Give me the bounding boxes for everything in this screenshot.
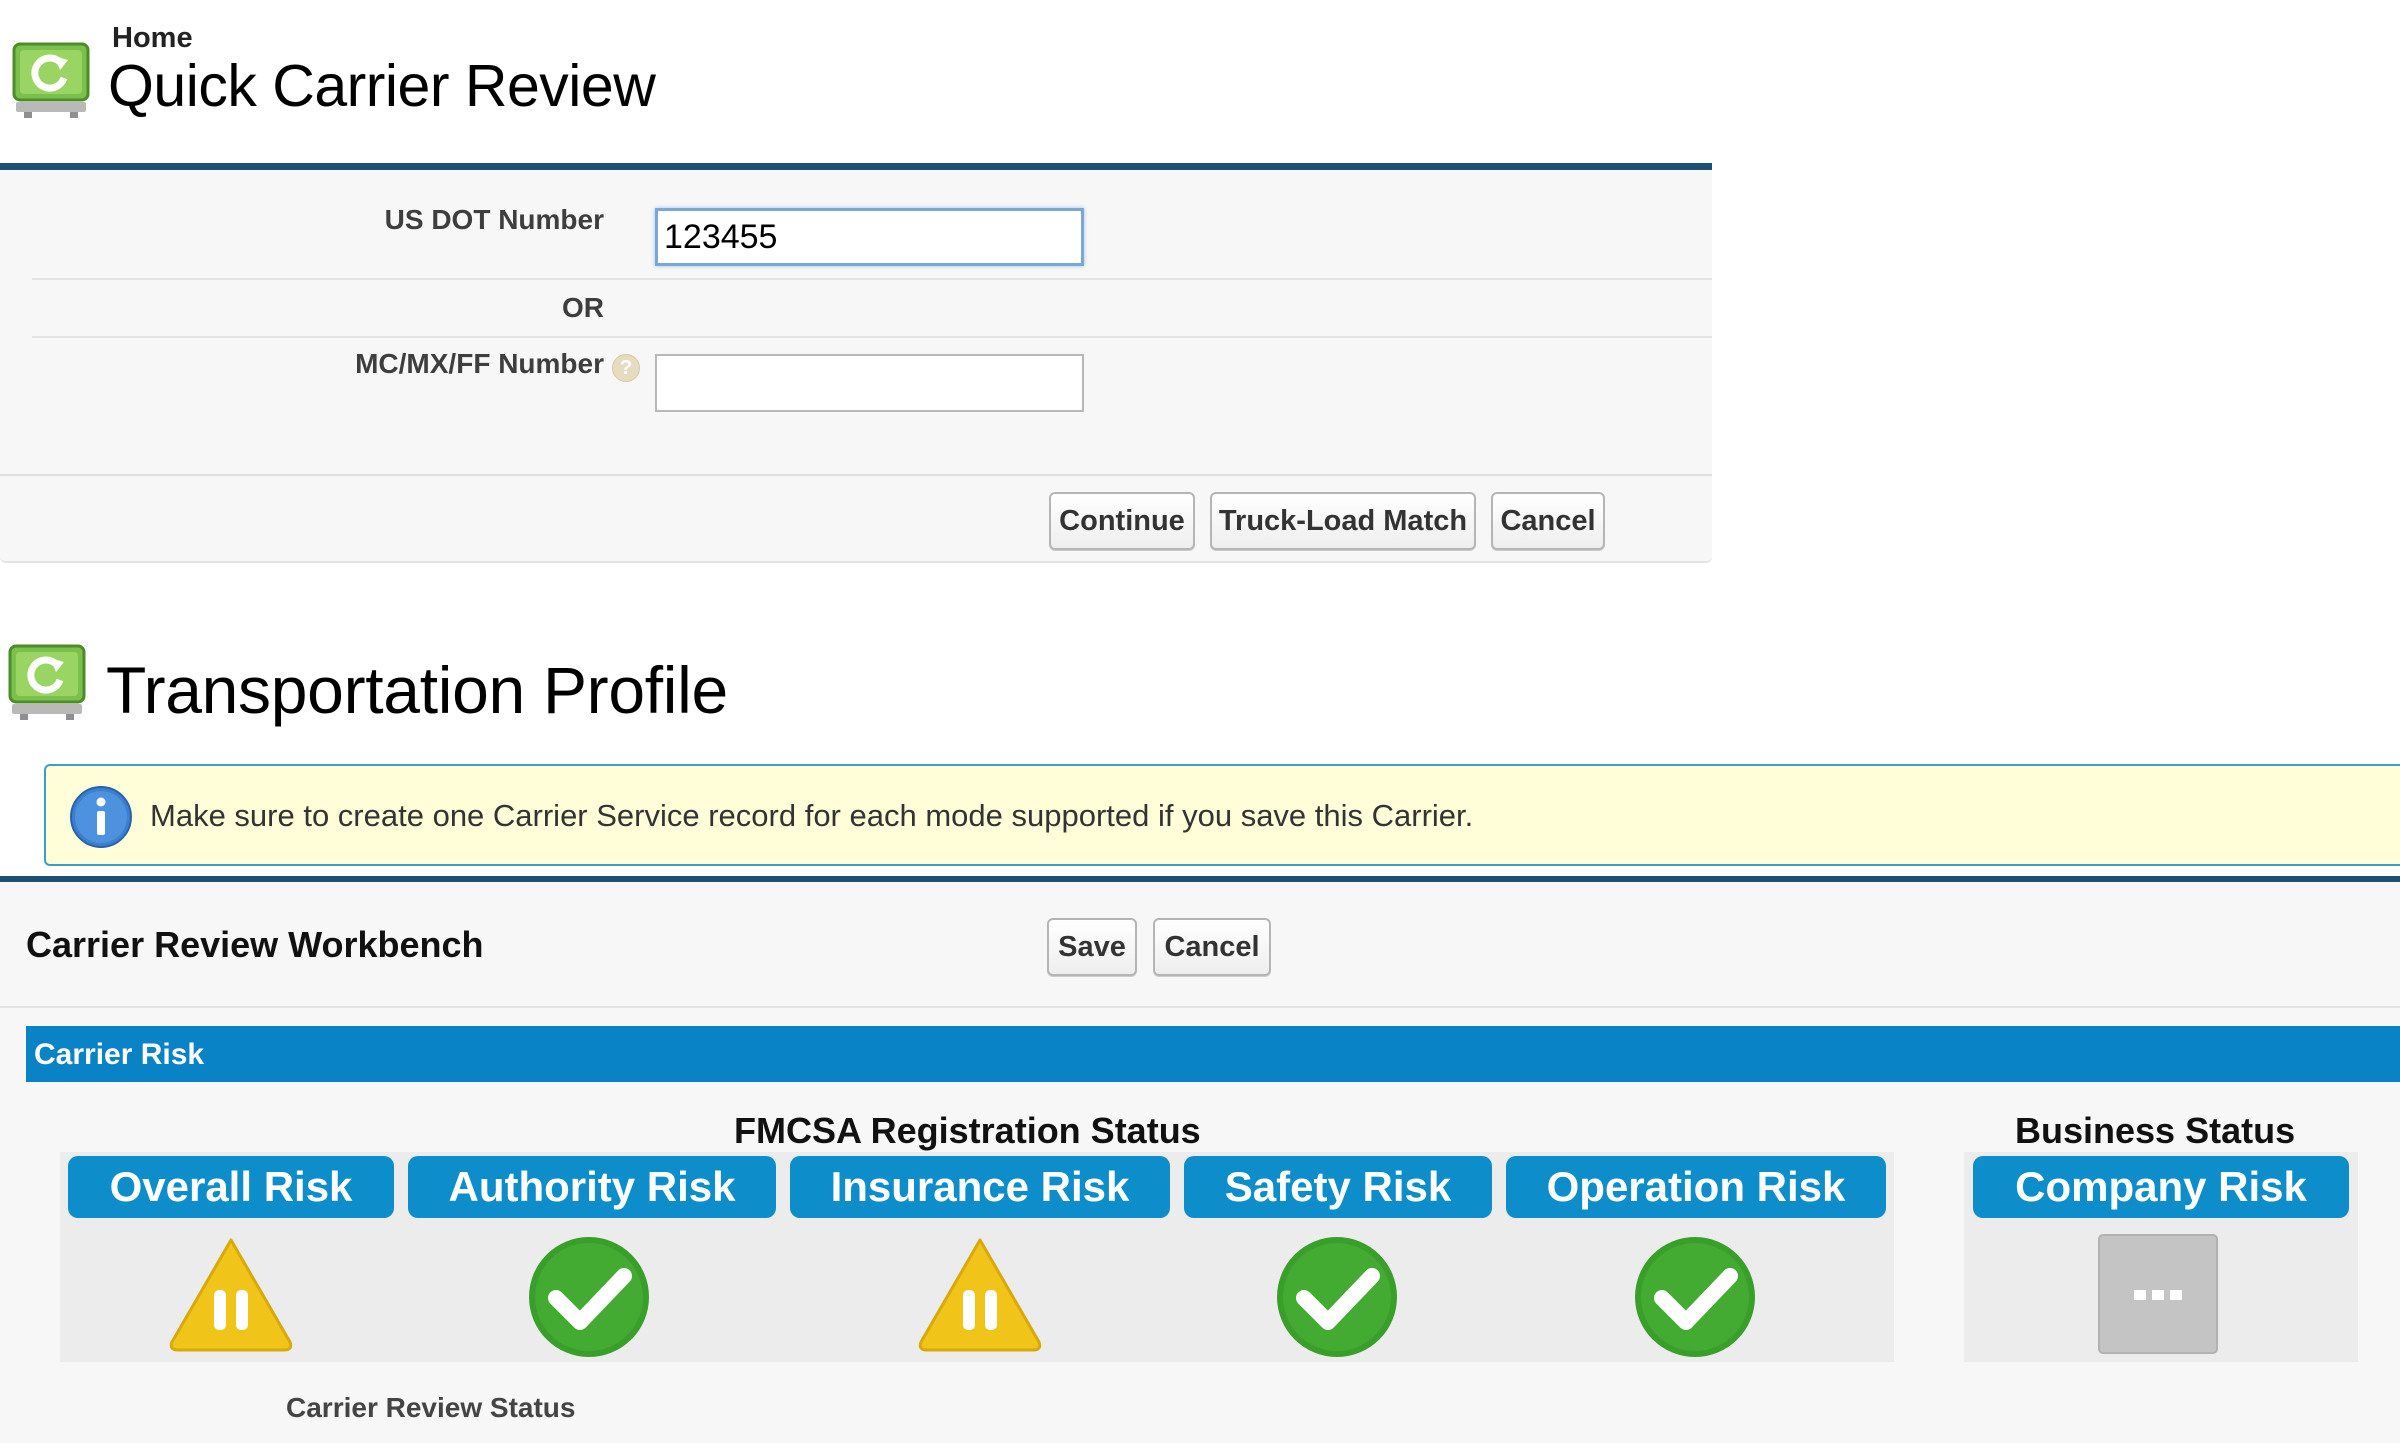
- cancel-button[interactable]: Cancel: [1153, 918, 1271, 976]
- breadcrumb[interactable]: Home: [112, 22, 193, 55]
- warning-icon: [166, 1232, 296, 1362]
- insurance-risk-tab[interactable]: Insurance Risk: [790, 1156, 1170, 1218]
- quick-review-form: US DOT Number OR MC/MX/FF Number ? Conti…: [0, 163, 1712, 563]
- operation-risk-tab[interactable]: Operation Risk: [1506, 1156, 1886, 1218]
- or-label: OR: [562, 292, 604, 323]
- app-icon: [6, 640, 88, 722]
- row-divider: [32, 336, 1712, 338]
- fmcsa-group-title: FMCSA Registration Status: [734, 1110, 1201, 1151]
- business-group-title: Business Status: [2015, 1110, 2296, 1151]
- mc-number-input[interactable]: [655, 354, 1084, 412]
- check-icon: [1630, 1234, 1760, 1364]
- info-message-box: Make sure to create one Carrier Service …: [44, 764, 2400, 866]
- workbench-divider: [0, 1006, 2400, 1008]
- cancel-button[interactable]: Cancel: [1491, 492, 1605, 550]
- help-icon[interactable]: ?: [612, 354, 640, 382]
- check-icon: [1272, 1234, 1402, 1364]
- carrier-review-workbench: Carrier Review Workbench Save Cancel Car…: [0, 876, 2400, 1443]
- continue-button[interactable]: Continue: [1049, 492, 1195, 550]
- authority-risk-tab[interactable]: Authority Risk: [408, 1156, 776, 1218]
- usdot-input[interactable]: [655, 208, 1084, 266]
- save-button[interactable]: Save: [1047, 918, 1137, 976]
- check-icon: [524, 1234, 654, 1364]
- carrier-review-status-label: Carrier Review Status: [286, 1392, 576, 1423]
- footer-divider: [0, 474, 1712, 476]
- app-icon: [10, 38, 92, 120]
- info-message: Make sure to create one Carrier Service …: [150, 798, 1474, 833]
- company-risk-tab[interactable]: Company Risk: [1973, 1156, 2349, 1218]
- section-title: Carrier Risk: [34, 1038, 205, 1071]
- mc-label: MC/MX/FF Number: [355, 348, 604, 379]
- profile-title: Transportation Profile: [106, 653, 728, 727]
- warning-icon: [915, 1232, 1045, 1362]
- workbench-title: Carrier Review Workbench: [26, 924, 484, 965]
- overall-risk-tab[interactable]: Overall Risk: [68, 1156, 394, 1218]
- usdot-label: US DOT Number: [384, 204, 604, 235]
- truckload-match-button[interactable]: Truck-Load Match: [1210, 492, 1476, 550]
- pending-icon: [2096, 1232, 2226, 1362]
- safety-risk-tab[interactable]: Safety Risk: [1184, 1156, 1492, 1218]
- page-title: Quick Carrier Review: [108, 53, 656, 119]
- carrier-risk-section-header: Carrier Risk: [26, 1026, 2400, 1082]
- row-divider: [32, 278, 1712, 280]
- info-icon: [68, 784, 134, 850]
